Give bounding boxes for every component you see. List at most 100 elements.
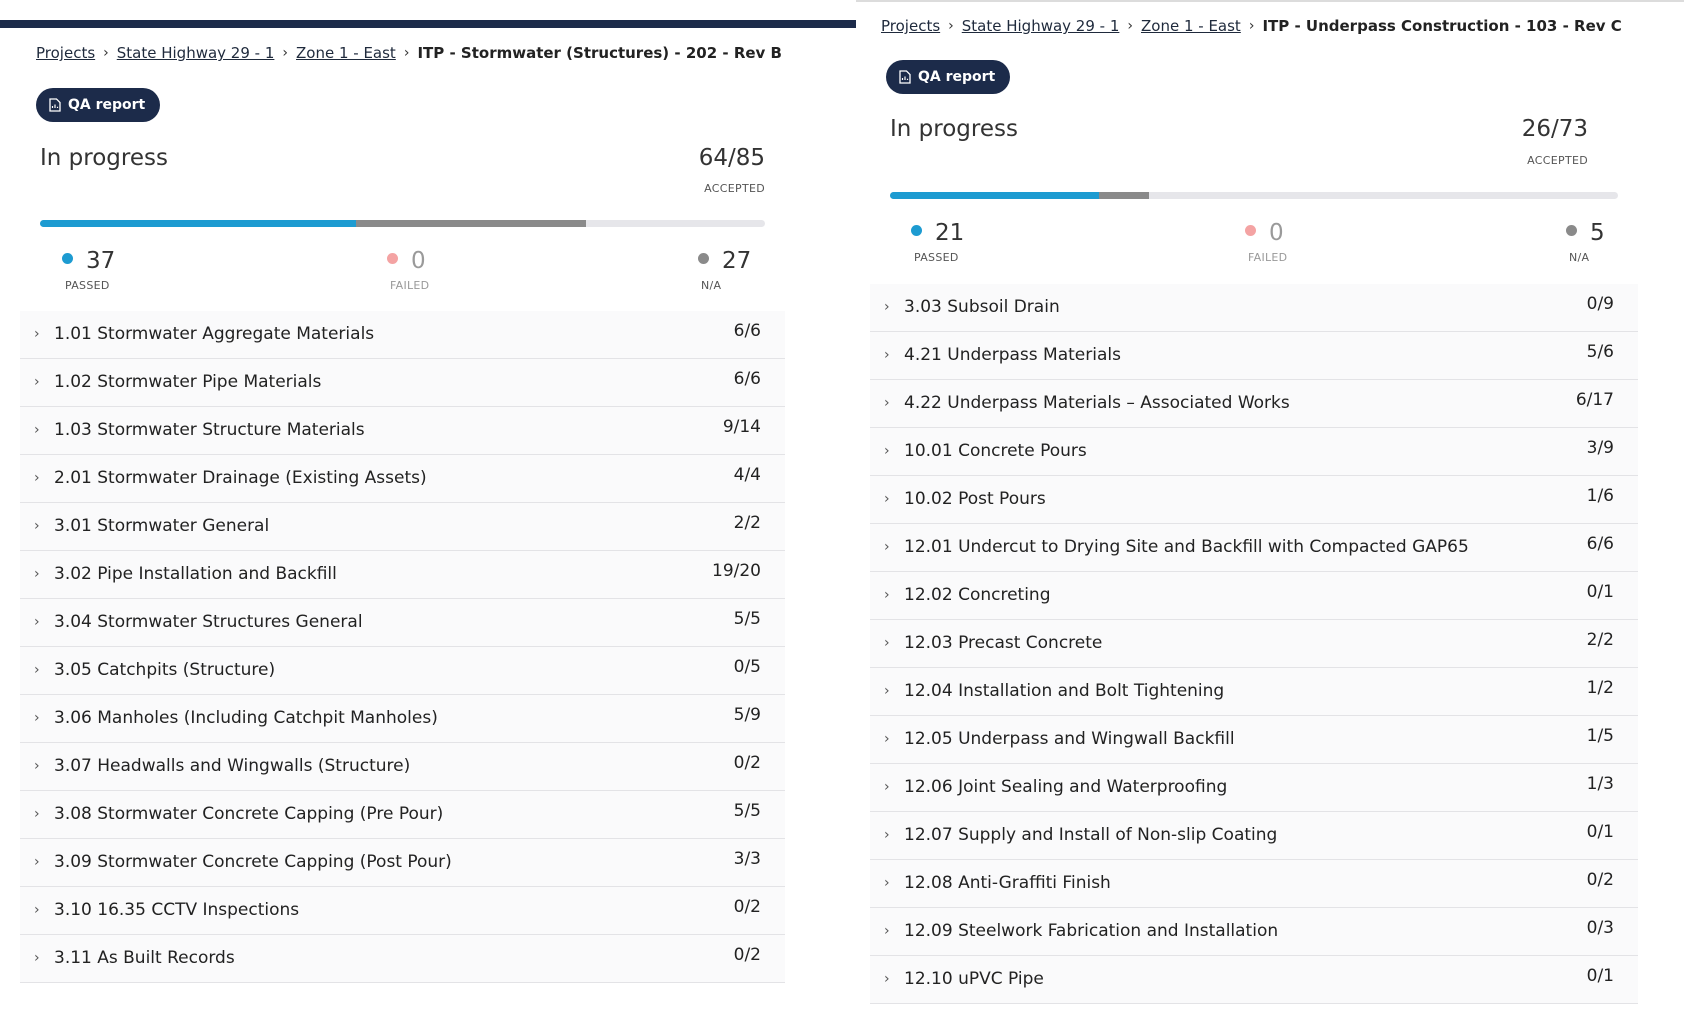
chevron-right-icon[interactable]: ›: [34, 422, 40, 438]
failed-dot-icon: [387, 253, 398, 264]
chevron-right-icon[interactable]: ›: [884, 443, 890, 459]
list-item[interactable]: › 1.02 Stormwater Pipe Materials 6/6: [20, 359, 785, 407]
list-item-count: 0/2: [733, 945, 761, 965]
chevron-right-icon[interactable]: ›: [884, 347, 890, 363]
chevron-right-icon[interactable]: ›: [884, 491, 890, 507]
progress-bar: [40, 220, 765, 227]
list-item-title: 12.08 Anti-Graffiti Finish: [904, 873, 1111, 893]
list-item[interactable]: › 12.07 Supply and Install of Non-slip Co…: [870, 812, 1638, 860]
list-item[interactable]: › 12.08 Anti-Graffiti Finish 0/2: [870, 860, 1638, 908]
chevron-right-icon[interactable]: ›: [884, 923, 890, 939]
breadcrumb-zone-link[interactable]: Zone 1 - East: [1141, 17, 1241, 35]
list-item[interactable]: › 12.10 uPVC Pipe 0/1: [870, 956, 1638, 1004]
list-item[interactable]: › 3.08 Stormwater Concrete Capping (Pre P…: [20, 791, 785, 839]
chevron-right-icon[interactable]: ›: [34, 806, 40, 822]
progress-na-segment: [355, 220, 586, 227]
inspection-list: › 1.01 Stormwater Aggregate Materials 6/6 ›…: [20, 311, 785, 983]
list-item[interactable]: › 12.09 Steelwork Fabrication and Install…: [870, 908, 1638, 956]
chevron-right-icon[interactable]: ›: [34, 518, 40, 534]
chevron-right-icon[interactable]: ›: [884, 731, 890, 747]
chevron-right-icon[interactable]: ›: [34, 710, 40, 726]
qa-report-button[interactable]: QA report: [36, 88, 161, 122]
list-item-title: 12.09 Steelwork Fabrication and Installa…: [904, 921, 1279, 941]
document-icon: [49, 98, 61, 112]
chevron-right-icon[interactable]: ›: [884, 539, 890, 555]
breadcrumb-project-link[interactable]: State Highway 29 - 1: [962, 17, 1120, 35]
list-item[interactable]: › 10.01 Concrete Pours 3/9: [870, 428, 1638, 476]
list-item[interactable]: › 3.01 Stormwater General 2/2: [20, 503, 785, 551]
list-item[interactable]: › 4.21 Underpass Materials 5/6: [870, 332, 1638, 380]
chevron-right-icon: ›: [103, 45, 109, 61]
breadcrumb-zone-link[interactable]: Zone 1 - East: [296, 44, 396, 62]
list-item-title: 1.03 Stormwater Structure Materials: [54, 420, 365, 440]
chevron-right-icon[interactable]: ›: [34, 326, 40, 342]
list-item[interactable]: › 3.06 Manholes (Including Catchpit Manho…: [20, 695, 785, 743]
chevron-right-icon[interactable]: ›: [34, 758, 40, 774]
chevron-right-icon[interactable]: ›: [34, 950, 40, 966]
chevron-right-icon[interactable]: ›: [34, 662, 40, 678]
list-item[interactable]: › 2.01 Stormwater Drainage (Existing Asse…: [20, 455, 785, 503]
na-label: N/A: [701, 279, 722, 292]
failed-dot-icon: [1245, 225, 1256, 236]
list-item[interactable]: › 12.01 Undercut to Drying Site and Backf…: [870, 524, 1638, 572]
na-dot-icon: [1566, 225, 1577, 236]
breadcrumb-project-link[interactable]: State Highway 29 - 1: [117, 44, 275, 62]
breadcrumb-projects-link[interactable]: Projects: [36, 44, 95, 62]
accepted-count: 26/73: [1521, 116, 1588, 142]
chevron-right-icon[interactable]: ›: [34, 902, 40, 918]
list-item[interactable]: › 12.06 Joint Sealing and Waterproofing 1/…: [870, 764, 1638, 812]
list-item[interactable]: › 12.05 Underpass and Wingwall Backfill 1/…: [870, 716, 1638, 764]
failed-label: FAILED: [1248, 251, 1288, 264]
chevron-right-icon[interactable]: ›: [34, 614, 40, 630]
list-item[interactable]: › 3.02 Pipe Installation and Backfill 19/2…: [20, 551, 785, 599]
list-item-title: 1.01 Stormwater Aggregate Materials: [54, 324, 375, 344]
failed-count: 0: [1269, 220, 1284, 246]
chevron-right-icon[interactable]: ›: [884, 635, 890, 651]
list-item-title: 3.04 Stormwater Structures General: [54, 612, 363, 632]
chevron-right-icon[interactable]: ›: [34, 854, 40, 870]
chevron-right-icon[interactable]: ›: [884, 683, 890, 699]
chevron-right-icon[interactable]: ›: [34, 374, 40, 390]
list-item[interactable]: › 12.02 Concreting 0/1: [870, 572, 1638, 620]
list-item[interactable]: › 12.04 Installation and Bolt Tightening 1…: [870, 668, 1638, 716]
list-item-count: 6/6: [733, 369, 761, 389]
list-item[interactable]: › 3.05 Catchpits (Structure) 0/5: [20, 647, 785, 695]
chevron-right-icon[interactable]: ›: [884, 779, 890, 795]
list-item-title: 3.06 Manholes (Including Catchpit Manhol…: [54, 708, 438, 728]
list-item[interactable]: › 12.03 Precast Concrete 2/2: [870, 620, 1638, 668]
list-item[interactable]: › 1.01 Stormwater Aggregate Materials 6/6: [20, 311, 785, 359]
list-item[interactable]: › 3.04 Stormwater Structures General 5/5: [20, 599, 785, 647]
breadcrumb-projects-link[interactable]: Projects: [881, 17, 940, 35]
chevron-right-icon[interactable]: ›: [884, 827, 890, 843]
list-item-title: 12.01 Undercut to Drying Site and Backfi…: [904, 537, 1469, 557]
list-item[interactable]: › 3.11 As Built Records 0/2: [20, 935, 785, 983]
chevron-right-icon[interactable]: ›: [884, 971, 890, 987]
list-item[interactable]: › 1.03 Stormwater Structure Materials 9/14: [20, 407, 785, 455]
chevron-right-icon[interactable]: ›: [34, 566, 40, 582]
chevron-right-icon[interactable]: ›: [884, 299, 890, 315]
list-item[interactable]: › 3.09 Stormwater Concrete Capping (Post …: [20, 839, 785, 887]
list-item-title: 3.09 Stormwater Concrete Capping (Post P…: [54, 852, 452, 872]
list-item-title: 12.03 Precast Concrete: [904, 633, 1103, 653]
chevron-right-icon[interactable]: ›: [884, 395, 890, 411]
list-item-count: 4/4: [733, 465, 761, 485]
list-item[interactable]: › 4.22 Underpass Materials – Associated W…: [870, 380, 1638, 428]
passed-label: PASSED: [914, 251, 959, 264]
chevron-right-icon[interactable]: ›: [34, 470, 40, 486]
qa-report-button[interactable]: QA report: [886, 60, 1011, 94]
inspection-list: › 3.03 Subsoil Drain 0/9 › 4.21 Underpass Ma…: [870, 284, 1638, 1004]
list-item-count: 3/9: [1586, 438, 1614, 458]
list-item-title: 3.07 Headwalls and Wingwalls (Structure): [54, 756, 411, 776]
chevron-right-icon[interactable]: ›: [884, 587, 890, 603]
list-item-title: 1.02 Stormwater Pipe Materials: [54, 372, 322, 392]
list-item-title: 12.04 Installation and Bolt Tightening: [904, 681, 1225, 701]
list-item[interactable]: › 3.03 Subsoil Drain 0/9: [870, 284, 1638, 332]
list-item[interactable]: › 3.07 Headwalls and Wingwalls (Structure…: [20, 743, 785, 791]
chevron-right-icon[interactable]: ›: [884, 875, 890, 891]
na-label: N/A: [1569, 251, 1590, 264]
list-item[interactable]: › 10.02 Post Pours 1/6: [870, 476, 1638, 524]
list-item-title: 12.05 Underpass and Wingwall Backfill: [904, 729, 1235, 749]
list-item[interactable]: › 3.10 16.35 CCTV Inspections 0/2: [20, 887, 785, 935]
list-item-title: 3.03 Subsoil Drain: [904, 297, 1060, 317]
list-item-count: 0/2: [1586, 870, 1614, 890]
